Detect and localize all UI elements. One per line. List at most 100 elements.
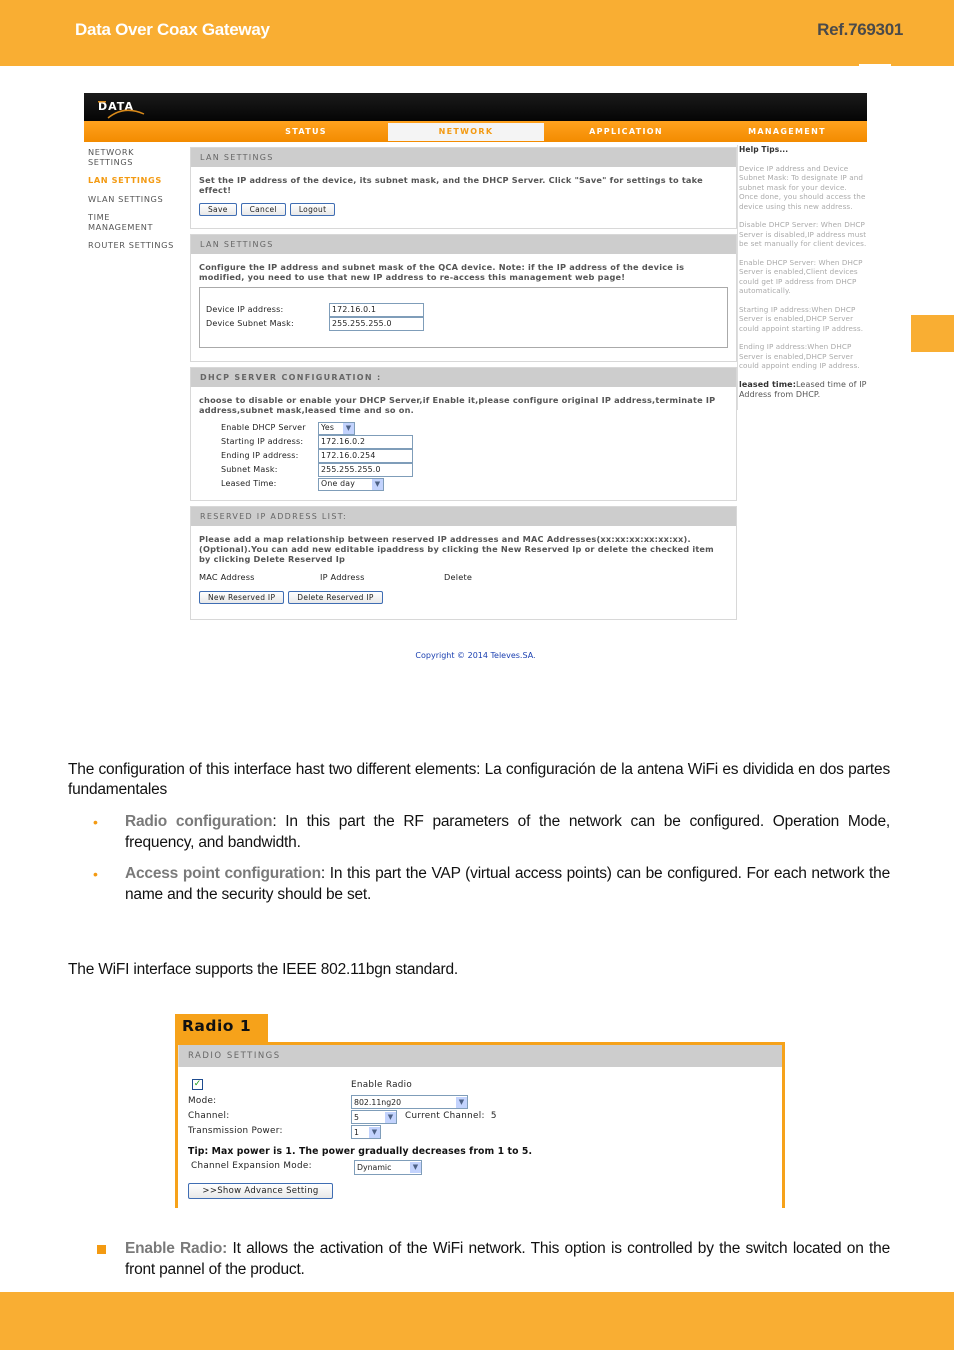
show-advance-setting-button[interactable]: >>Show Advance Setting <box>188 1183 333 1199</box>
channel-expansion-label: Channel Expansion Mode: <box>191 1161 312 1171</box>
bullet-icon: • <box>93 866 98 882</box>
sidebar-item-network-settings[interactable]: NETWORK SETTINGS <box>88 147 148 167</box>
chevron-down-icon: ▼ <box>368 1126 380 1138</box>
dhcp-server-panel: DHCP SERVER CONFIGURATION : choose to di… <box>190 367 737 501</box>
panel-description: choose to disable or enable your DHCP Se… <box>199 395 716 415</box>
column-ip-address: IP Address <box>320 572 365 582</box>
panel-description: Set the IP address of the device, its su… <box>199 175 703 195</box>
webui-topbar: DATA <box>84 93 867 121</box>
channel-value: 5 <box>354 1112 359 1122</box>
copyright-link[interactable]: Copyright © 2014 Televes.SA. <box>84 651 867 660</box>
bullet-keyword: Radio configuration <box>125 813 273 830</box>
nav-network[interactable]: NETWORK <box>388 123 544 141</box>
column-mac-address: MAC Address <box>199 572 255 582</box>
header-divider <box>859 64 891 67</box>
mode-value: 802.11ng20 <box>354 1097 402 1107</box>
lan-settings-panel: LAN SETTINGS Set the IP address of the d… <box>190 147 737 229</box>
sidebar-item-lan-settings[interactable]: LAN SETTINGS <box>88 175 188 186</box>
channel-expansion-value: Dynamic <box>357 1163 392 1172</box>
nav-application[interactable]: APPLICATION <box>548 123 704 141</box>
help-heading: Help Tips... <box>739 145 789 154</box>
panel-title: LAN SETTINGS <box>191 235 736 254</box>
bullet-radio-configuration: • Radio configuration: In this part the … <box>93 812 890 853</box>
document-reference: Ref.769301 <box>817 20 903 39</box>
starting-ip-label: Starting IP address: <box>221 437 304 446</box>
chevron-down-icon: ▼ <box>409 1162 421 1173</box>
leased-time-label: Leased Time: <box>221 479 277 488</box>
standard-paragraph: The WiFI interface supports the IEEE 802… <box>68 961 459 978</box>
side-tab-marker <box>911 315 954 352</box>
power-tip: Tip: Max power is 1. The power gradually… <box>188 1146 533 1157</box>
current-channel-label: Current Channel: <box>405 1111 485 1121</box>
webui-sidebar: NETWORK SETTINGS LAN SETTINGS WLAN SETTI… <box>88 147 188 260</box>
chevron-down-icon: ▼ <box>342 422 354 434</box>
panel-title: DHCP SERVER CONFIGURATION : <box>191 368 736 387</box>
chevron-down-icon: ▼ <box>384 1111 396 1123</box>
cancel-button[interactable]: Cancel <box>240 203 286 216</box>
chevron-down-icon: ▼ <box>371 478 383 490</box>
bullet-keyword: Access point configuration <box>125 865 321 882</box>
enable-radio-checkbox[interactable]: ✓ <box>192 1079 203 1090</box>
logout-button[interactable]: Logout <box>289 203 336 216</box>
device-ip-input[interactable]: 172.16.0.1 <box>329 303 424 317</box>
page-header: Data Over Coax Gateway Ref.769301 <box>0 0 954 66</box>
device-subnet-input[interactable]: 255.255.255.0 <box>329 317 424 331</box>
reserved-ip-panel: RESERVED IP ADDRESS LIST: Please add a m… <box>190 506 737 620</box>
reserved-ip-table-header: MAC Address IP Address Delete <box>199 572 728 582</box>
mode-select[interactable]: 802.11ng20 ▼ <box>351 1095 468 1109</box>
panel-description: Please add a map relationship between re… <box>199 534 714 564</box>
help-tip: Enable DHCP Server: When DHCP Server is … <box>739 257 863 296</box>
document-title: Data Over Coax Gateway <box>75 20 270 39</box>
channel-select[interactable]: 5 ▼ <box>351 1110 397 1124</box>
channel-label: Channel: <box>188 1111 230 1121</box>
dhcp-subnet-label: Subnet Mask: <box>221 465 278 474</box>
bullet-icon: • <box>93 814 98 830</box>
current-channel: Current Channel: 5 <box>405 1111 497 1121</box>
transmission-power-label: Transmission Power: <box>188 1126 283 1136</box>
save-button[interactable]: Save <box>199 203 237 216</box>
enable-radio-label: Enable Radio <box>351 1080 413 1090</box>
dhcp-subnet-input[interactable]: 255.255.255.0 <box>318 463 413 477</box>
sidebar-item-router-settings[interactable]: ROUTER SETTINGS <box>88 240 188 251</box>
bullet-text: It allows the activation of the WiFi net… <box>125 1240 891 1278</box>
radio-tab[interactable]: Radio 1 <box>175 1014 268 1044</box>
device-ip-fieldset: Device IP address: 172.16.0.1 Device Subn… <box>199 287 728 348</box>
enable-dhcp-value: Yes <box>321 423 335 432</box>
chevron-down-icon: ▼ <box>455 1096 467 1108</box>
panel-title: LAN SETTINGS <box>191 148 736 167</box>
help-leased-time: leased time:Leased time of IP Address fr… <box>739 380 867 401</box>
help-tip: Ending IP address:When DHCP Server is en… <box>739 342 860 370</box>
panel-title: RESERVED IP ADDRESS LIST: <box>191 507 736 526</box>
help-leased-key: leased time: <box>739 379 796 389</box>
channel-expansion-select[interactable]: Dynamic ▼ <box>354 1160 422 1175</box>
delete-reserved-ip-button[interactable]: Delete Reserved IP <box>288 591 383 604</box>
current-channel-value: 5 <box>490 1111 497 1121</box>
enable-dhcp-label: Enable DHCP Server <box>221 423 306 432</box>
checkmark-icon: ✓ <box>193 1079 202 1089</box>
intro-paragraph: The configuration of this interface hast… <box>68 761 890 798</box>
webui-main-nav: STATUS NETWORK APPLICATION MANAGEMENT <box>84 121 867 142</box>
ending-ip-input[interactable]: 172.16.0.254 <box>318 449 413 463</box>
new-reserved-ip-button[interactable]: New Reserved IP <box>199 591 285 604</box>
page-footer <box>0 1292 954 1350</box>
data-logo-icon: DATA <box>98 100 145 119</box>
radio-settings-screenshot: Radio 1 RADIO SETTINGS ✓ Enable Radio Mo… <box>175 1014 785 1208</box>
device-ip-label: Device IP address: <box>206 305 284 314</box>
bullet-square-icon <box>97 1245 106 1254</box>
starting-ip-input[interactable]: 172.16.0.2 <box>318 435 413 449</box>
nav-management[interactable]: MANAGEMENT <box>709 123 865 141</box>
sidebar-item-time-management[interactable]: TIME MANAGEMENT <box>88 212 168 232</box>
ending-ip-label: Ending IP address: <box>221 451 299 460</box>
help-tip: Starting IP address:When DHCP Server is … <box>739 304 864 333</box>
sidebar-item-wlan-settings[interactable]: WLAN SETTINGS <box>88 194 188 205</box>
help-tips: Help Tips... Device IP address and Devic… <box>737 145 867 410</box>
bullet-access-point-configuration: • Access point configuration: In this pa… <box>93 864 890 905</box>
enable-dhcp-select[interactable]: Yes ▼ <box>318 421 355 435</box>
bullet-keyword: Enable Radio: <box>125 1240 228 1257</box>
mode-label: Mode: <box>188 1096 217 1106</box>
help-tip: Disable DHCP Server: When DHCP Server is… <box>739 220 867 248</box>
leased-time-select[interactable]: One day ▼ <box>318 477 384 491</box>
nav-status[interactable]: STATUS <box>228 123 384 141</box>
bullet-enable-radio: Enable Radio: It allows the activation o… <box>93 1239 890 1280</box>
transmission-power-select[interactable]: 1 ▼ <box>351 1125 381 1139</box>
